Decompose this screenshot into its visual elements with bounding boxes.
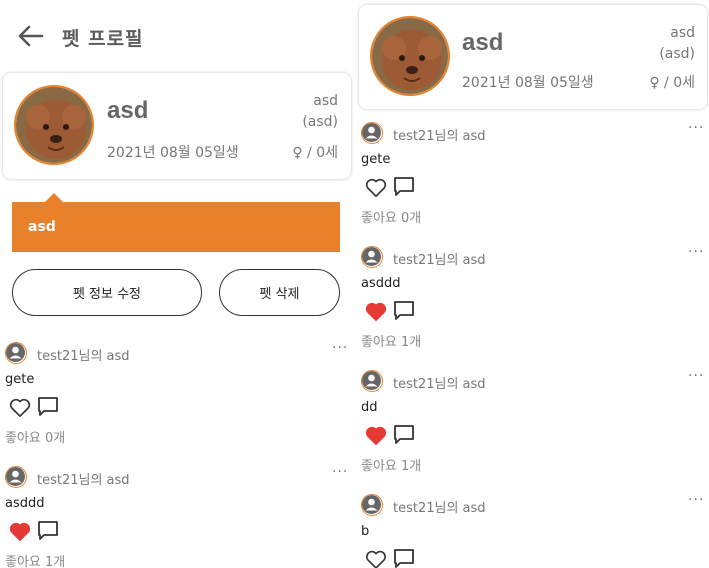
post-author: test21님의 asd: [393, 253, 486, 268]
pet-breed: asd (asd): [302, 91, 338, 133]
heart-filled-icon[interactable]: [9, 522, 31, 542]
more-options-icon[interactable]: ···: [688, 244, 704, 260]
dog-photo-icon: [372, 18, 448, 94]
pet-tag-label: asd: [28, 219, 56, 235]
user-avatar-icon: [5, 466, 27, 488]
pet-birthdate: 2021년 08월 05일생: [107, 145, 239, 161]
page-title: 펫 프로필: [62, 28, 144, 50]
post-item: test21님의 asd ··· gete 좋아요 0개: [361, 120, 705, 227]
post-item: test21님의 asd ··· asddd 좋아요 1개: [5, 464, 349, 568]
post-text: asddd: [361, 276, 401, 291]
heart-outline-icon[interactable]: [365, 178, 387, 198]
pet-breed-name: asd: [670, 25, 695, 41]
post-likes-count: 좋아요 1개: [5, 555, 66, 568]
dog-photo-icon: [16, 87, 92, 163]
pet-birthdate: 2021년 08월 05일생: [462, 75, 594, 91]
user-avatar-icon: [361, 246, 383, 268]
delete-pet-button[interactable]: 펫 삭제: [219, 269, 340, 316]
comment-icon[interactable]: [393, 548, 415, 568]
post-likes-count: 좋아요 1개: [361, 459, 422, 474]
pet-breed: asd (asd): [659, 23, 695, 65]
more-options-icon[interactable]: ···: [688, 492, 704, 508]
user-avatar-icon: [361, 370, 383, 392]
comment-icon[interactable]: [393, 424, 415, 446]
pet-breed-sub: (asd): [659, 46, 695, 62]
pet-breed-sub: (asd): [302, 114, 338, 130]
tag-pointer: [45, 193, 63, 202]
back-arrow-icon[interactable]: [16, 24, 44, 48]
post-text: asddd: [5, 496, 45, 511]
post-item: test21님의 asd ··· asddd 좋아요 1개: [361, 244, 705, 351]
post-author: test21님의 asd: [37, 349, 130, 364]
pet-tag-bar: asd: [12, 202, 340, 252]
user-avatar-icon: [361, 122, 383, 144]
post-likes-count: 좋아요 1개: [361, 335, 422, 350]
post-likes-count: 좋아요 0개: [361, 211, 422, 226]
user-avatar-icon: [5, 342, 27, 364]
pet-name: asd: [462, 29, 504, 56]
heart-outline-icon[interactable]: [9, 398, 31, 418]
more-options-icon[interactable]: ···: [688, 368, 704, 384]
comment-icon[interactable]: [393, 176, 415, 198]
pet-gender-age: ♀ / 0세: [649, 75, 695, 91]
post-item: test21님의 asd ··· b: [361, 492, 705, 568]
comment-icon[interactable]: [37, 520, 59, 542]
comment-icon[interactable]: [37, 396, 59, 418]
more-options-icon[interactable]: ···: [332, 340, 348, 356]
edit-pet-button[interactable]: 펫 정보 수정: [12, 269, 202, 316]
post-text: dd: [361, 400, 378, 415]
post-text: b: [361, 524, 370, 539]
post-item: test21님의 asd ··· gete 좋아요 0개: [5, 340, 349, 447]
heart-filled-icon[interactable]: [365, 426, 387, 446]
pet-gender-age: ♀ / 0세: [292, 145, 338, 161]
more-options-icon[interactable]: ···: [332, 464, 348, 480]
post-author: test21님의 asd: [393, 501, 486, 516]
heart-filled-icon[interactable]: [365, 302, 387, 322]
post-author: test21님의 asd: [393, 129, 486, 144]
pet-avatar: [370, 16, 450, 96]
pet-breed-name: asd: [313, 93, 338, 109]
post-likes-count: 좋아요 0개: [5, 431, 66, 446]
comment-icon[interactable]: [393, 300, 415, 322]
post-item: test21님의 asd ··· dd 좋아요 1개: [361, 368, 705, 475]
post-text: gete: [5, 372, 35, 387]
post-author: test21님의 asd: [393, 377, 486, 392]
pet-profile-card: asd 2021년 08월 05일생 asd (asd) ♀ / 0세: [3, 73, 351, 179]
pet-name: asd: [107, 97, 149, 124]
post-author: test21님의 asd: [37, 473, 130, 488]
post-text: gete: [361, 152, 391, 167]
pet-avatar: [14, 85, 94, 165]
pet-profile-card: asd 2021년 08월 05일생 asd (asd) ♀ / 0세: [359, 5, 707, 109]
heart-outline-icon[interactable]: [365, 550, 387, 568]
user-avatar-icon: [361, 494, 383, 516]
more-options-icon[interactable]: ···: [688, 120, 704, 136]
